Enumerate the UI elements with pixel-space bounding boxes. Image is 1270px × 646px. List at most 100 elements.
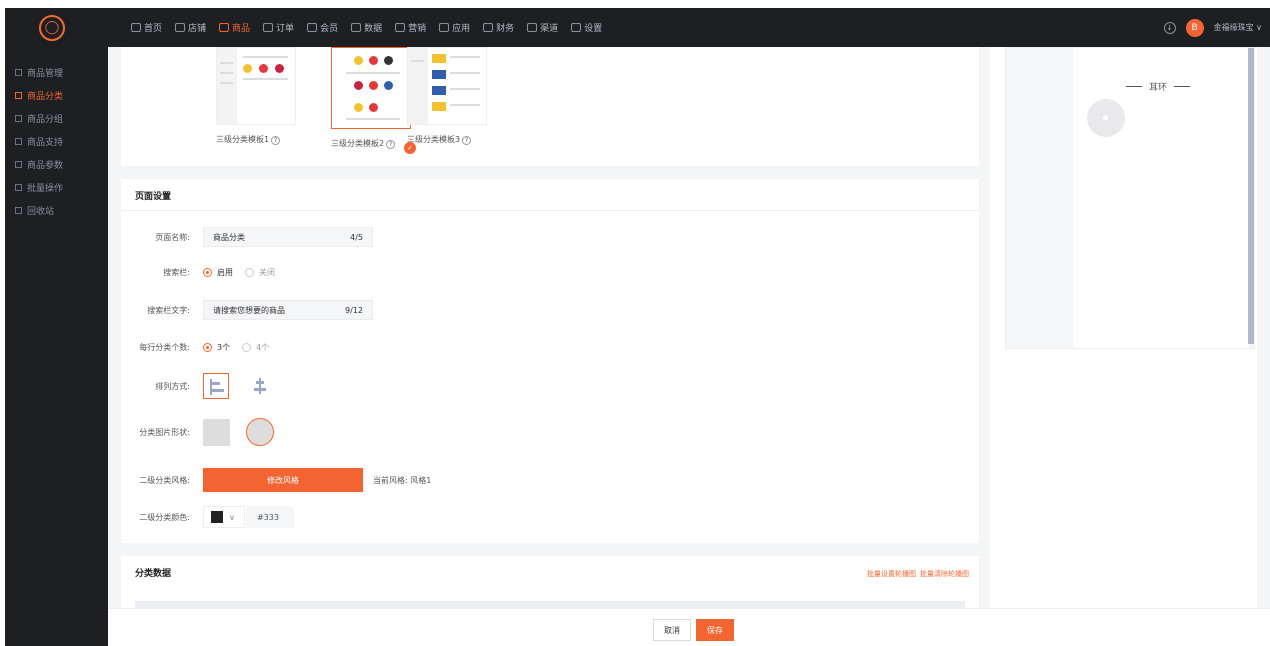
param-icon xyxy=(15,161,22,168)
goods-icon xyxy=(219,23,230,32)
tag-icon xyxy=(395,23,406,32)
top-nav: 首页 店铺 商品 订单 会员 数据 营销 应用 财务 渠道 设置 xyxy=(131,8,602,47)
page-name-input[interactable]: 商品分类 4/5 xyxy=(203,227,373,247)
batch-clear-carousel-link[interactable]: 批量清除轮播图 xyxy=(920,569,969,579)
nav-data[interactable]: 数据 xyxy=(351,21,382,34)
top-right: ↓ B 金福缘珠宝 ∨ xyxy=(1163,8,1262,47)
save-button[interactable]: 保存 xyxy=(696,619,734,641)
nav-order[interactable]: 订单 xyxy=(263,21,294,34)
nav-home[interactable]: 首页 xyxy=(131,21,162,34)
help-icon: ? xyxy=(462,136,472,145)
search-text-input[interactable]: 请搜索您想要的商品 9/12 xyxy=(203,300,373,320)
preview-content xyxy=(1073,48,1249,348)
category-data-card: 分类数据 批量设置轮播图 批量清除轮播图 xyxy=(121,556,979,608)
sidebar-item-goods-category[interactable]: 商品分类 xyxy=(5,84,108,107)
char-counter: 4/5 xyxy=(350,232,363,242)
circle-shape-option[interactable] xyxy=(246,418,274,446)
preview-scrollbar[interactable] xyxy=(1248,48,1254,344)
search-text-row: 搜索栏文字: 请搜索您想要的商品 9/12 xyxy=(121,299,373,321)
search-bar-row: 搜索栏: 启用 关闭 xyxy=(163,267,275,278)
sidebar-item-recycle[interactable]: 回收站 xyxy=(5,199,108,222)
template-thumbnail xyxy=(216,47,296,125)
nav-apps[interactable]: 应用 xyxy=(439,21,470,34)
download-icon[interactable]: ↓ xyxy=(1163,21,1176,34)
search-bar-enable-radio[interactable]: 启用 xyxy=(203,267,233,278)
sidebar-item-goods-support[interactable]: 商品支持 xyxy=(5,130,108,153)
align-left-button[interactable] xyxy=(203,373,229,399)
home-icon xyxy=(131,23,141,32)
finance-icon xyxy=(483,23,494,32)
batch-set-carousel-link[interactable]: 批量设置轮播图 xyxy=(867,569,916,579)
logo-icon[interactable]: ◯ xyxy=(39,15,65,41)
table-header-strip xyxy=(135,601,965,608)
cancel-button[interactable]: 取消 xyxy=(653,619,691,641)
divider xyxy=(121,210,979,211)
group-icon xyxy=(15,115,22,122)
data-icon xyxy=(351,23,362,32)
preview-category-title: 耳环 xyxy=(1126,80,1191,93)
list-icon xyxy=(15,69,22,76)
user-icon xyxy=(307,23,318,32)
current-style-text: 当前风格: 风格1 xyxy=(373,475,432,485)
section-title: 分类数据 xyxy=(135,569,172,579)
nav-finance[interactable]: 财务 xyxy=(483,21,514,34)
channel-icon xyxy=(527,23,538,32)
section-title: 页面设置 xyxy=(135,192,172,202)
nav-goods[interactable]: 商品 xyxy=(219,21,250,34)
char-counter: 9/12 xyxy=(345,305,363,315)
page-name-row: 页面名称: 商品分类 4/5 xyxy=(121,226,373,248)
store-icon xyxy=(175,23,186,32)
template-caption: 三级分类模板3? xyxy=(407,134,487,145)
align-center-button[interactable] xyxy=(247,373,273,399)
template-option-3[interactable]: 三级分类模板3? xyxy=(407,47,487,145)
modify-style-button[interactable]: 修改风格 xyxy=(203,468,363,492)
arrangement-row: 排列方式: xyxy=(121,372,291,400)
page-scroll-track xyxy=(1257,47,1270,608)
color-swatch xyxy=(211,511,223,523)
help-icon: ? xyxy=(386,140,396,149)
template-option-2[interactable]: ✓ 三级分类模板2? xyxy=(331,47,416,154)
settings-icon xyxy=(571,23,582,32)
grid-icon xyxy=(15,92,22,99)
trash-icon xyxy=(15,207,22,214)
nav-store[interactable]: 店铺 xyxy=(175,21,206,34)
per-row-4-radio[interactable]: 4个 xyxy=(242,342,269,353)
app-frame: ◯ 首页 店铺 商品 订单 会员 数据 营销 应用 财务 渠道 设置 ↓ B 金… xyxy=(0,0,1270,646)
template-caption: 三级分类模板2? xyxy=(331,138,411,149)
sub-color-row: 二级分类颜色: ∨ #333 xyxy=(121,506,294,528)
square-shape-option[interactable] xyxy=(203,418,230,446)
template-caption: 三级分类模板1? xyxy=(216,134,296,145)
nav-channel[interactable]: 渠道 xyxy=(527,21,558,34)
phone-preview: 耳环 xyxy=(1005,47,1255,349)
sidebar-item-goods-params[interactable]: 商品参数 xyxy=(5,153,108,176)
nav-member[interactable]: 会员 xyxy=(307,21,338,34)
page-settings-card: 页面设置 页面名称: 商品分类 4/5 搜索栏: 启用 关闭 搜索栏文字: 请搜… xyxy=(121,179,979,543)
sidebar-item-batch[interactable]: 批量操作 xyxy=(5,176,108,199)
help-icon: ? xyxy=(271,136,281,145)
sidebar-item-goods-group[interactable]: 商品分组 xyxy=(5,107,108,130)
batch-icon xyxy=(15,184,22,191)
order-icon xyxy=(263,23,274,32)
template-option-1[interactable]: 三级分类模板1? xyxy=(216,47,296,145)
image-shape-row: 分类图片形状: xyxy=(121,417,274,447)
color-hex-input[interactable]: #333 xyxy=(246,506,294,528)
top-bar: ◯ 首页 店铺 商品 订单 会员 数据 营销 应用 财务 渠道 设置 ↓ B 金… xyxy=(5,8,1270,47)
sidebar: 商品管理 商品分类 商品分组 商品支持 商品参数 批量操作 回收站 xyxy=(5,47,108,646)
align-center-icon xyxy=(254,378,266,394)
template-thumbnail xyxy=(407,47,487,125)
template-card: 三级分类模板1? ✓ 三级分类模板2? 三级分类模板3 ? xyxy=(121,47,979,166)
nav-settings[interactable]: 设置 xyxy=(571,21,602,34)
per-row-3-radio[interactable]: 3个 xyxy=(203,342,230,353)
user-name[interactable]: 金福缘珠宝 ∨ xyxy=(1214,22,1262,33)
nav-marketing[interactable]: 营销 xyxy=(395,21,426,34)
apps-icon xyxy=(439,23,450,32)
search-bar-disable-radio[interactable]: 关闭 xyxy=(245,267,275,278)
sub-style-row: 二级分类风格: 修改风格 当前风格: 风格1 xyxy=(121,468,431,492)
color-picker[interactable]: ∨ xyxy=(203,506,245,528)
align-left-icon xyxy=(210,379,224,395)
avatar[interactable]: B xyxy=(1185,18,1204,37)
template-thumbnail xyxy=(331,47,411,129)
sidebar-item-goods-manage[interactable]: 商品管理 xyxy=(5,61,108,84)
per-row-count-row: 每行分类个数: 3个 4个 xyxy=(139,342,270,353)
footer-bar: 取消 保存 xyxy=(108,608,1270,646)
